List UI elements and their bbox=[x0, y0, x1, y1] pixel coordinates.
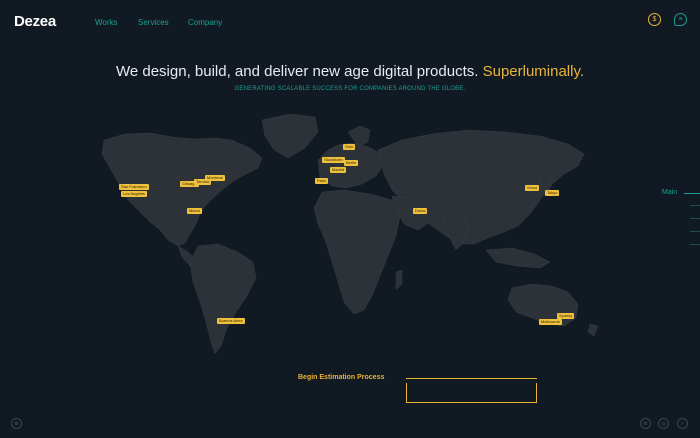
continent-greenland bbox=[261, 113, 319, 159]
map-pin[interactable]: Los Angeles bbox=[121, 191, 147, 197]
linkedin-icon[interactable]: in bbox=[640, 418, 651, 429]
map-pin[interactable]: Melbourne bbox=[539, 319, 562, 325]
map-pin[interactable]: Oslo bbox=[343, 144, 356, 150]
region-indonesia bbox=[485, 247, 551, 269]
side-nav-active-line bbox=[684, 193, 700, 194]
region-india bbox=[443, 211, 469, 251]
cta-button-lid bbox=[406, 378, 537, 383]
side-nav-tick[interactable] bbox=[690, 205, 700, 206]
continent-asia bbox=[377, 129, 585, 245]
map-pin[interactable]: Dubai bbox=[413, 208, 428, 214]
map-pin[interactable]: San Francisco bbox=[119, 184, 149, 190]
map-pin[interactable]: Seoul bbox=[525, 185, 540, 191]
map-pin[interactable]: Berlin bbox=[344, 160, 359, 166]
world-map bbox=[101, 113, 599, 355]
map-pin[interactable]: Madrid bbox=[330, 167, 347, 173]
twitter-icon[interactable]: ✓ bbox=[677, 418, 688, 429]
side-nav-tick[interactable] bbox=[690, 244, 700, 245]
settings-icon[interactable]: ⚙ bbox=[11, 418, 22, 429]
map-pin[interactable]: Paris bbox=[315, 178, 329, 184]
region-madagascar bbox=[395, 269, 403, 291]
dribbble-icon[interactable]: ◎ bbox=[658, 418, 669, 429]
map-pin[interactable]: Buenos Aires bbox=[217, 318, 245, 324]
side-nav-main[interactable]: Main bbox=[662, 189, 677, 196]
map-pin[interactable]: Stockholm bbox=[322, 157, 345, 163]
cta-label[interactable]: Begin Estimation Process bbox=[298, 374, 384, 381]
map-pin[interactable]: Montreal bbox=[205, 175, 225, 181]
map-pin[interactable]: Tokyo bbox=[545, 190, 560, 196]
side-nav-tick[interactable] bbox=[690, 218, 700, 219]
side-nav-tick[interactable] bbox=[690, 231, 700, 232]
continent-south-america bbox=[189, 243, 257, 355]
continent-africa bbox=[313, 189, 401, 315]
map-pin[interactable]: Miami bbox=[187, 208, 202, 214]
region-new-zealand bbox=[587, 323, 599, 337]
